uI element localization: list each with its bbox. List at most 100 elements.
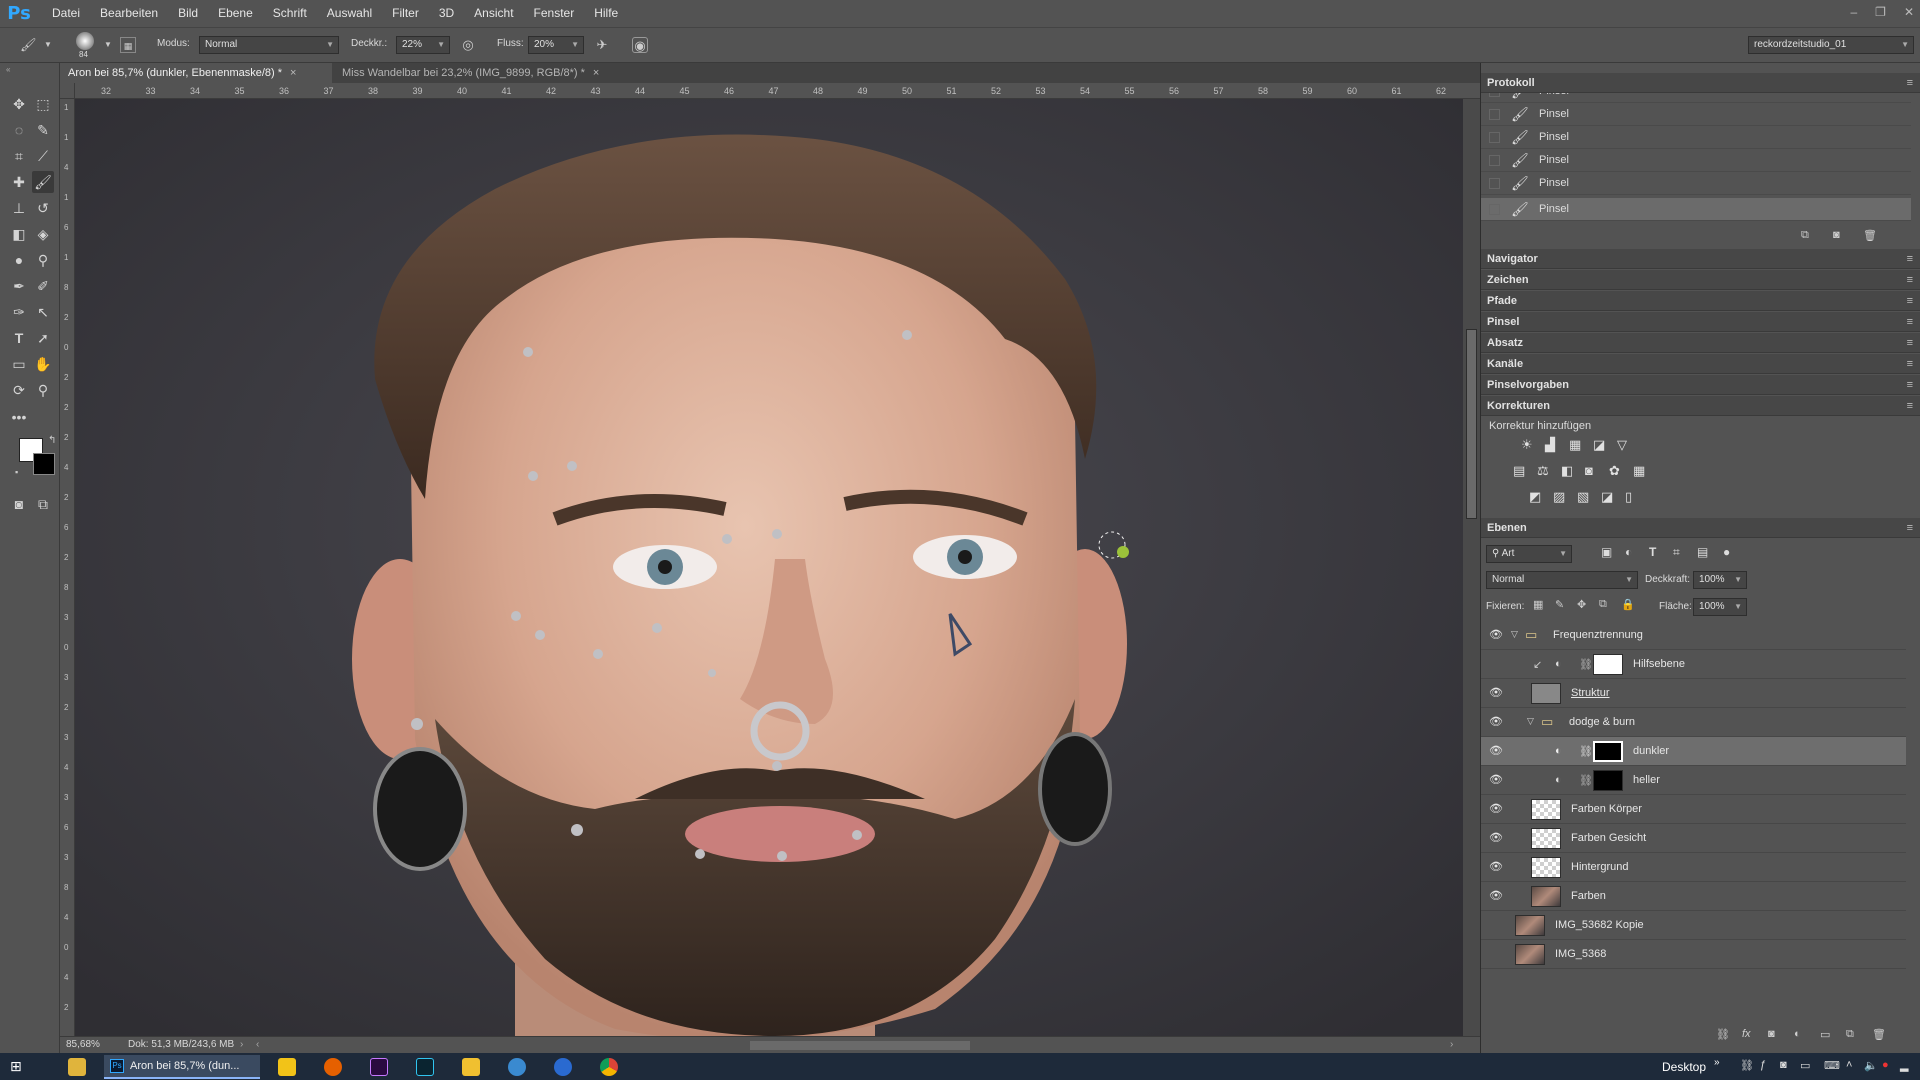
- move-tool-icon[interactable]: ✥: [8, 93, 30, 115]
- keyboard-icon[interactable]: ⌨: [1824, 1059, 1840, 1072]
- eye-icon[interactable]: 👁: [1489, 861, 1503, 873]
- chevron-down-icon[interactable]: ▼: [40, 37, 56, 53]
- snapshot-icon[interactable]: ◙: [1833, 229, 1840, 241]
- horizontal-scroll-thumb[interactable]: [750, 1041, 970, 1050]
- eye-icon[interactable]: 👁: [1489, 629, 1503, 641]
- menu-bild[interactable]: Bild: [168, 0, 208, 27]
- mode-select[interactable]: Normal ▼: [199, 36, 339, 54]
- menu-schrift[interactable]: Schrift: [263, 0, 317, 27]
- file-explorer-icon[interactable]: [68, 1058, 86, 1076]
- chrome-icon[interactable]: [600, 1058, 618, 1076]
- clone-stamp-tool-icon[interactable]: ⊥: [8, 197, 30, 219]
- workspace-select[interactable]: reckordzeitstudio_01 ▼: [1748, 36, 1914, 54]
- color-balance-icon[interactable]: ⚖: [1537, 463, 1549, 479]
- lightroom-icon[interactable]: [416, 1058, 434, 1076]
- panel-menu-icon[interactable]: ≡: [1907, 249, 1913, 269]
- history-item[interactable]: 🖌Pinsel: [1481, 93, 1911, 103]
- desktop-toolbar-label[interactable]: Desktop: [1662, 1060, 1706, 1074]
- eraser-tool-icon[interactable]: ◧: [8, 223, 30, 245]
- panel-header-ebenen[interactable]: Ebenen ≡: [1481, 518, 1920, 538]
- layer-row-dunkler[interactable]: 👁 ◐ ⛓ dunkler: [1481, 737, 1906, 766]
- gradient-map-icon[interactable]: ▯: [1625, 489, 1632, 505]
- status-menu-arrow-icon[interactable]: ›: [240, 1037, 243, 1053]
- hue-saturation-icon[interactable]: ▤: [1513, 463, 1525, 479]
- trash-icon[interactable]: 🗑: [1872, 1028, 1886, 1041]
- levels-icon[interactable]: ▟: [1545, 437, 1555, 453]
- layer-mask-thumbnail[interactable]: [1593, 770, 1623, 791]
- link-icon[interactable]: ⛓: [1579, 745, 1593, 758]
- layer-thumbnail[interactable]: [1531, 799, 1561, 820]
- brightness-contrast-icon[interactable]: ☀: [1521, 437, 1533, 453]
- app-icon[interactable]: [278, 1058, 296, 1076]
- layer-mask-thumbnail[interactable]: [1593, 654, 1623, 675]
- invert-icon[interactable]: ◩: [1529, 489, 1541, 505]
- threshold-icon[interactable]: ▧: [1577, 489, 1589, 505]
- layer-row-farben-gesicht[interactable]: 👁 Farben Gesicht: [1481, 824, 1906, 853]
- pen-tool-icon[interactable]: ✒: [8, 275, 30, 297]
- lock-image-icon[interactable]: ✎: [1555, 598, 1564, 611]
- pressure-size-icon[interactable]: ◉: [632, 37, 648, 53]
- filter-toggle-icon[interactable]: ●: [1723, 545, 1730, 559]
- lock-artboard-icon[interactable]: ⧉: [1599, 598, 1607, 611]
- premiere-icon[interactable]: [370, 1058, 388, 1076]
- tray-expand-icon[interactable]: ˄: [1846, 1059, 1852, 1071]
- scroll-thumb[interactable]: [1466, 329, 1477, 519]
- collapse-icon[interactable]: «: [6, 65, 10, 74]
- swap-colors-icon[interactable]: ↰: [48, 435, 56, 446]
- rectangle-tool-icon[interactable]: ▭: [8, 353, 30, 375]
- volume-icon[interactable]: 🔈: [1864, 1059, 1878, 1072]
- layer-thumbnail[interactable]: [1531, 828, 1561, 849]
- minimize-button[interactable]: –: [1850, 5, 1857, 19]
- tray-app-icon[interactable]: ƒ: [1760, 1059, 1766, 1071]
- firefox-icon[interactable]: [324, 1058, 342, 1076]
- brush-tool-icon[interactable]: 🖌: [32, 171, 54, 193]
- eye-icon[interactable]: 👁: [1489, 687, 1503, 699]
- eye-icon[interactable]: 👁: [1489, 803, 1503, 815]
- antivirus-icon[interactable]: ●: [1882, 1059, 1889, 1071]
- lock-transparency-icon[interactable]: ▦: [1533, 598, 1543, 611]
- add-mask-icon[interactable]: ◙: [1768, 1028, 1775, 1040]
- brush-tool-icon[interactable]: 🖌: [20, 37, 37, 53]
- background-color-swatch[interactable]: [33, 453, 55, 475]
- layer-thumbnail[interactable]: [1515, 915, 1545, 936]
- vibrance-icon[interactable]: ▽: [1617, 437, 1627, 453]
- menu-datei[interactable]: Datei: [42, 0, 90, 27]
- airbrush-icon[interactable]: ✈: [594, 37, 610, 53]
- menu-ansicht[interactable]: Ansicht: [464, 0, 523, 27]
- eye-icon[interactable]: 👁: [1489, 745, 1503, 757]
- menu-fenster[interactable]: Fenster: [524, 0, 585, 27]
- eye-icon[interactable]: 👁: [1489, 774, 1503, 786]
- pressure-opacity-icon[interactable]: ◎: [460, 37, 476, 53]
- zoom-tool-icon[interactable]: ⚲: [32, 379, 54, 401]
- layer-thumbnail[interactable]: [1531, 857, 1561, 878]
- fill-field[interactable]: 100% ▼: [1693, 598, 1747, 616]
- trash-icon[interactable]: 🗑: [1863, 229, 1877, 242]
- new-group-icon[interactable]: ▭: [1820, 1028, 1830, 1041]
- layer-thumbnail[interactable]: [1515, 944, 1545, 965]
- layer-mask-thumbnail[interactable]: [1593, 741, 1623, 762]
- layer-filter-select[interactable]: ⚲ Art ▼: [1486, 545, 1572, 563]
- default-colors-icon[interactable]: ▪: [15, 467, 18, 477]
- brush-panel-toggle-icon[interactable]: ▦: [120, 37, 136, 53]
- screen-mode-icon[interactable]: ⧉: [32, 493, 54, 515]
- panel-header-absatz[interactable]: Absatz ≡: [1481, 333, 1920, 353]
- curvature-pen-tool-icon[interactable]: ✑: [8, 301, 30, 323]
- color-lookup-icon[interactable]: ▦: [1633, 463, 1645, 479]
- panel-menu-icon[interactable]: ≡: [1907, 333, 1913, 353]
- layer-row-dodge-burn[interactable]: 👁 ▽ ▭ dodge & burn: [1481, 708, 1906, 737]
- fx-icon[interactable]: fx: [1742, 1028, 1751, 1040]
- panel-menu-icon[interactable]: ≡: [1907, 312, 1913, 332]
- layer-row-struktur[interactable]: 👁 Struktur: [1481, 679, 1906, 708]
- lock-position-icon[interactable]: ✥: [1577, 598, 1586, 611]
- posterize-icon[interactable]: ▨: [1553, 489, 1565, 505]
- new-adjustment-icon[interactable]: ◐: [1794, 1028, 1801, 1040]
- selective-color-icon[interactable]: ◪: [1601, 489, 1613, 505]
- new-document-from-state-icon[interactable]: ⧉: [1801, 229, 1809, 242]
- history-item-current[interactable]: 🖌 Pinsel: [1481, 198, 1911, 221]
- filter-pixel-icon[interactable]: ▣: [1601, 545, 1612, 559]
- path-selection-tool-icon[interactable]: ↖: [32, 301, 54, 323]
- vertical-scrollbar[interactable]: [1463, 99, 1480, 1036]
- panel-header-korrekturen[interactable]: Korrekturen ≡: [1481, 396, 1920, 416]
- chevron-down-icon[interactable]: ▼: [100, 37, 116, 53]
- app-icon[interactable]: [508, 1058, 526, 1076]
